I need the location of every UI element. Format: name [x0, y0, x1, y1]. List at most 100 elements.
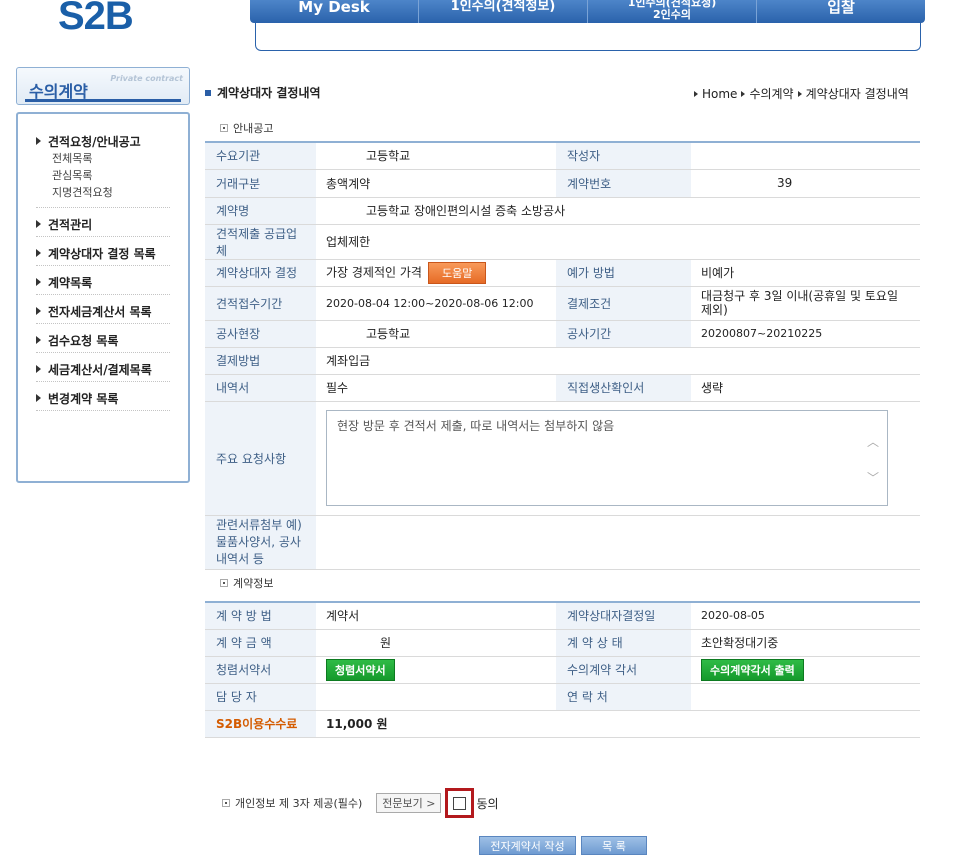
sidebar-sub-interest-list[interactable]: 관심목록: [36, 167, 170, 184]
site-label: 공사현장: [205, 320, 316, 348]
page-title: 계약상대자 결정내역: [205, 84, 321, 101]
view-full-text-button[interactable]: 전문보기 >: [376, 793, 442, 813]
price-method-label: 예가 방법: [556, 259, 691, 287]
breadcrumb: Home 수의계약 계약상대자 결정내역: [694, 85, 909, 102]
trade-type-label: 거래구분: [205, 169, 316, 198]
triangle-icon: [36, 365, 41, 373]
agree-checkbox[interactable]: [453, 796, 467, 810]
nav-single-quote-info[interactable]: 1인수의(견적정보): [419, 0, 588, 23]
action-buttons: 전자계약서 작성 목 록: [479, 836, 647, 855]
notice-section-title: 안내공고: [220, 120, 273, 136]
private-memo-label: 수의계약 각서: [556, 656, 691, 684]
section-bullet-icon: [222, 799, 230, 807]
breadcrumb-current: 계약상대자 결정내역: [805, 87, 909, 101]
privacy-consent: 개인정보 제 3자 제공(필수) 전문보기 > 동의: [222, 788, 499, 818]
fee-label: S2B이용수수료: [205, 710, 316, 738]
direct-prod-label: 직접생산확인서: [556, 374, 691, 402]
private-memo-print-button[interactable]: 수의계약각서 출력: [701, 658, 804, 681]
table-row: 계약명 고등학교 장애인편의시설 증축 소방공사: [205, 197, 920, 225]
supplier-value: 업체제한: [316, 224, 920, 260]
sidebar-sub-nominated-request[interactable]: 지명견적요청: [36, 184, 170, 201]
supplier-label: 견적제출 공급업체: [205, 224, 316, 260]
docs-label: 관련서류첨부 예)물품사양서, 공사내역서 등: [205, 515, 316, 570]
sidebar-sub-all-list[interactable]: 전체목록: [36, 150, 170, 167]
contact-label: 연 락 처: [556, 683, 691, 711]
demand-org-label: 수요기관: [205, 142, 316, 170]
write-e-contract-button[interactable]: 전자계약서 작성: [479, 836, 576, 855]
clean-pledge-label: 청렴서약서: [205, 656, 316, 684]
amount-value: 원: [316, 629, 556, 657]
table-row: 청렴서약서 청렴서약서 수의계약 각서 수의계약각서 출력: [205, 656, 920, 684]
triangle-icon: [36, 249, 41, 257]
sidebar-item-e-tax-list[interactable]: 전자세금계산서 목록: [36, 304, 170, 319]
statement-label: 내역서: [205, 374, 316, 402]
square-bullet-icon: [205, 89, 211, 96]
status-label: 계 약 상 태: [556, 629, 691, 657]
direct-prod-value: 생략: [691, 374, 920, 402]
chevron-up-icon[interactable]: ︿: [867, 433, 879, 450]
request-textarea[interactable]: 현장 방문 후 견적서 제출, 따로 내역서는 첨부하지 않음 ︿ ﹀: [326, 410, 888, 506]
contract-no-label: 계약번호: [556, 169, 691, 198]
s2b-logo[interactable]: S2B: [58, 0, 134, 39]
request-label: 주요 요청사항: [205, 401, 316, 516]
chevron-down-icon[interactable]: ﹀: [867, 469, 879, 486]
sidebar-item-decision-list[interactable]: 계약상대자 결정 목록: [36, 246, 170, 261]
section-bullet-icon: [220, 124, 228, 132]
sidebar-item-quote-request[interactable]: 견적요청/안내공고: [36, 134, 170, 149]
breadcrumb-home[interactable]: Home: [702, 87, 737, 101]
clean-pledge-button[interactable]: 청렴서약서: [326, 658, 395, 681]
table-row: 거래구분 총액계약 계약번호 39: [205, 169, 920, 198]
nav-my-desk[interactable]: My Desk: [250, 0, 419, 23]
period-value: 2020-08-04 12:00~2020-08-06 12:00: [316, 286, 556, 321]
contract-section-title: 계약정보: [220, 575, 273, 591]
sidebar-item-contract-list[interactable]: 계약목록: [36, 275, 170, 290]
method-value: 계약서: [316, 602, 556, 630]
triangle-icon: [36, 137, 41, 145]
triangle-icon: [36, 307, 41, 315]
sidebar-menu: 견적요청/안내공고 전체목록 관심목록 지명견적요청 견적관리 계약상대자 결정…: [16, 112, 190, 483]
consent-label: 개인정보 제 3자 제공(필수): [235, 797, 363, 810]
top-navigation: My Desk 1인수의(견적정보) 1인수의(견적요청) 2인수의 입찰: [250, 0, 925, 23]
triangle-icon: [694, 90, 698, 97]
menu-group-tax-payment-list: 세금계산서/결제목록: [36, 362, 170, 382]
table-row: 견적제출 공급업체 업체제한: [205, 224, 920, 260]
sidebar-title: 수의계약 Private contract: [16, 67, 190, 105]
contract-no-value: 39: [691, 169, 920, 198]
work-period-value: 20200807~20210225: [691, 320, 920, 348]
menu-group-e-tax-list: 전자세금계산서 목록: [36, 304, 170, 324]
status-value: 초안확정대기중: [691, 629, 920, 657]
decision-value: 가장 경제적인 가격 도움말: [316, 259, 556, 287]
fee-value: 11,000 원: [316, 710, 920, 738]
method-label: 계 약 방 법: [205, 602, 316, 630]
sidebar-title-en: Private contract: [110, 74, 183, 83]
menu-group-inspection-list: 검수요청 목록: [36, 333, 170, 353]
sidebar-item-tax-payment-list[interactable]: 세금계산서/결제목록: [36, 362, 170, 377]
table-row: 견적접수기간 2020-08-04 12:00~2020-08-06 12:00…: [205, 286, 920, 321]
help-button[interactable]: 도움말: [427, 261, 487, 284]
sidebar-item-inspection-list[interactable]: 검수요청 목록: [36, 333, 170, 348]
private-memo-cell: 수의계약각서 출력: [691, 656, 920, 684]
docs-value: [316, 515, 920, 570]
sub-navigation: [255, 22, 921, 51]
demand-org-value: 고등학교: [316, 142, 556, 170]
breadcrumb-private-contract[interactable]: 수의계약: [749, 85, 793, 102]
sidebar-title-bar: [25, 99, 181, 102]
period-label: 견적접수기간: [205, 286, 316, 321]
menu-group-quote-request: 견적요청/안내공고 전체목록 관심목록 지명견적요청: [36, 134, 170, 208]
manager-value: [316, 683, 556, 711]
sidebar-item-change-contract-list[interactable]: 변경계약 목록: [36, 391, 170, 406]
triangle-icon: [741, 90, 746, 97]
table-row: 결제방법 계좌입금: [205, 347, 920, 375]
decision-date-label: 계약상대자결정일: [556, 602, 691, 630]
author-value: [691, 142, 920, 170]
manager-label: 담 당 자: [205, 683, 316, 711]
author-label: 작성자: [556, 142, 691, 170]
statement-value: 필수: [316, 374, 556, 402]
nav-bidding[interactable]: 입찰: [757, 0, 925, 23]
amount-label: 계 약 금 액: [205, 629, 316, 657]
menu-group-decision-list: 계약상대자 결정 목록: [36, 246, 170, 266]
list-button[interactable]: 목 록: [581, 836, 647, 855]
sidebar-item-quote-manage[interactable]: 견적관리: [36, 217, 170, 232]
nav-quote-request[interactable]: 1인수의(견적요청) 2인수의: [588, 0, 757, 23]
pay-method-label: 결제방법: [205, 347, 316, 375]
